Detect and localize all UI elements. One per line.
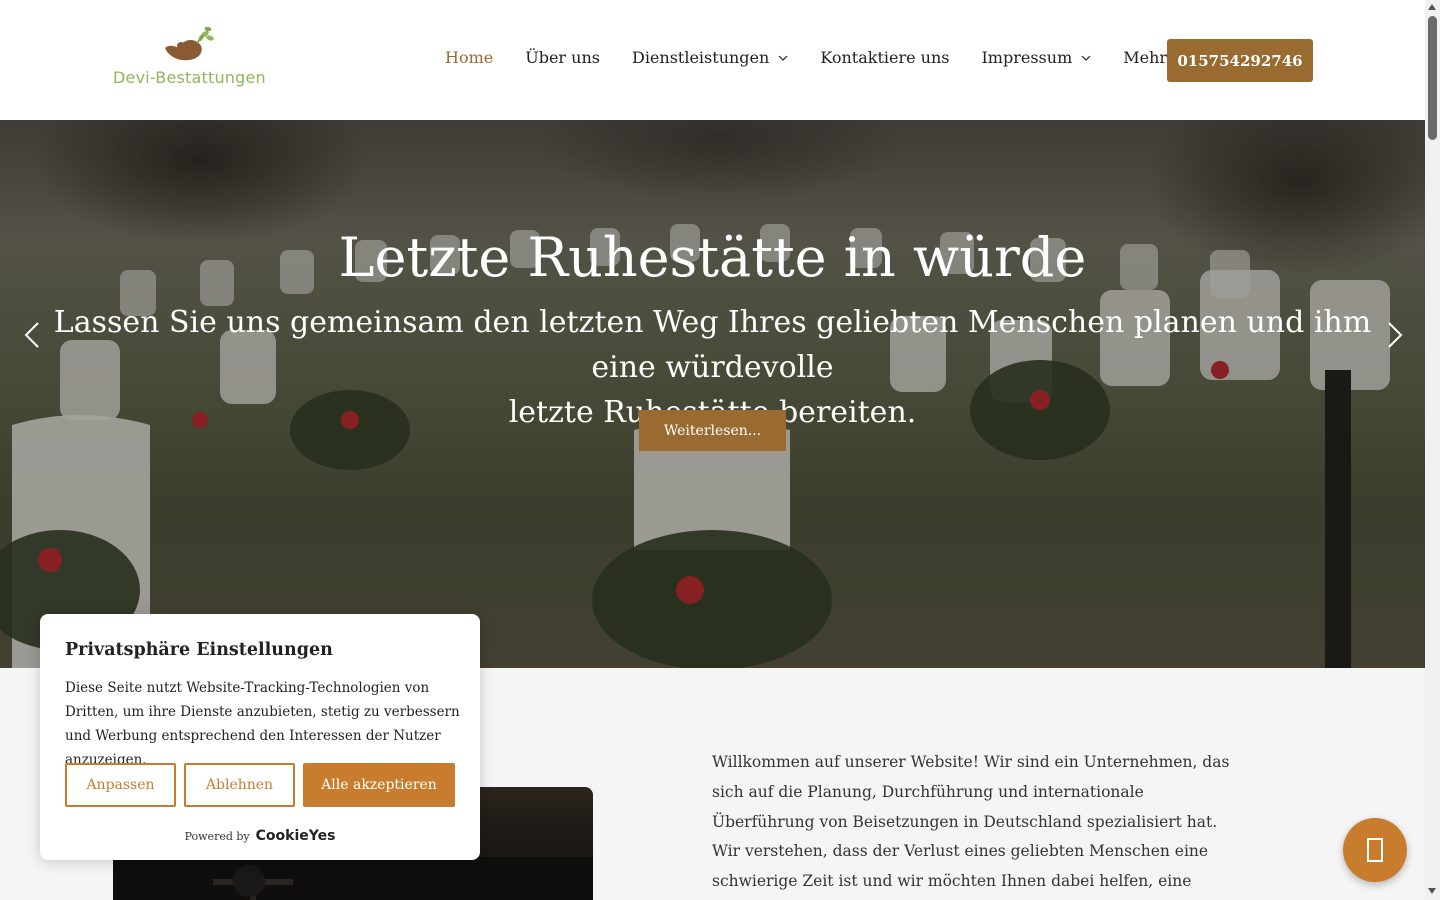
brand-name: Devi-Bestattungen	[113, 68, 266, 87]
scroll-down-icon[interactable]	[1428, 888, 1436, 894]
nav-item-home[interactable]: Home	[445, 48, 493, 67]
nav-label: Kontaktiere uns	[820, 48, 950, 67]
chevron-right-icon[interactable]	[1385, 320, 1405, 350]
customize-button[interactable]: Anpassen	[65, 763, 176, 807]
hero-subtitle-line: Lassen Sie uns gemeinsam den letzten Weg…	[53, 305, 1372, 385]
hero-title: Letzte Ruhestätte in würde	[338, 226, 1087, 289]
nav-item-impressum[interactable]: Impressum	[981, 48, 1091, 67]
site-logo[interactable]: Devi-Bestattungen	[113, 26, 266, 92]
read-more-button[interactable]: Weiterlesen...	[639, 410, 786, 451]
nav-label: Mehr	[1123, 48, 1168, 67]
scroll-up-icon[interactable]	[1428, 4, 1436, 10]
nav-label: Über uns	[525, 48, 600, 67]
phone-button[interactable]: 015754292746	[1167, 39, 1313, 82]
main-nav: Home Über uns Dienstleistungen Kontaktie…	[445, 48, 1218, 67]
cookie-consent-banner: Privatsphäre Einstellungen Diese Seite n…	[40, 614, 480, 860]
chat-icon	[1367, 838, 1383, 862]
cookie-title: Privatsphäre Einstellungen	[65, 640, 333, 660]
page-scrollbar[interactable]	[1425, 0, 1440, 900]
nav-item-kontaktiere-uns[interactable]: Kontaktiere uns	[820, 48, 949, 67]
dove-with-leaves-icon	[165, 26, 214, 61]
nav-item-ueber-uns[interactable]: Über uns	[525, 48, 600, 67]
hero-slider: Letzte Ruhestätte in würde Lassen Sie un…	[0, 120, 1425, 668]
cookieyes-logo[interactable]: CookieYes	[256, 828, 336, 844]
cookie-body: Diese Seite nutzt Website-Tracking-Techn…	[65, 680, 460, 768]
nav-label: Impressum	[981, 48, 1073, 67]
scrollbar-thumb[interactable]	[1428, 16, 1437, 140]
powered-by-label: Powered by	[184, 829, 250, 843]
chevron-left-icon[interactable]	[22, 320, 42, 350]
reject-button[interactable]: Ablehnen	[184, 763, 295, 807]
nav-label: Home	[445, 48, 494, 67]
chat-widget-button[interactable]	[1343, 818, 1407, 882]
accept-all-button[interactable]: Alle akzeptieren	[303, 763, 455, 807]
powered-by: Powered by CookieYes	[40, 828, 480, 844]
nav-label: Dienstleistungen	[631, 48, 770, 67]
chevron-down-icon	[778, 55, 788, 61]
chevron-down-icon	[1081, 55, 1091, 61]
site-header: Devi-Bestattungen Home Über uns Dienstle…	[0, 0, 1425, 120]
nav-item-dienstleistungen[interactable]: Dienstleistungen	[632, 48, 788, 67]
intro-text: Willkommen auf unserer Website! Wir sind…	[712, 753, 1230, 891]
